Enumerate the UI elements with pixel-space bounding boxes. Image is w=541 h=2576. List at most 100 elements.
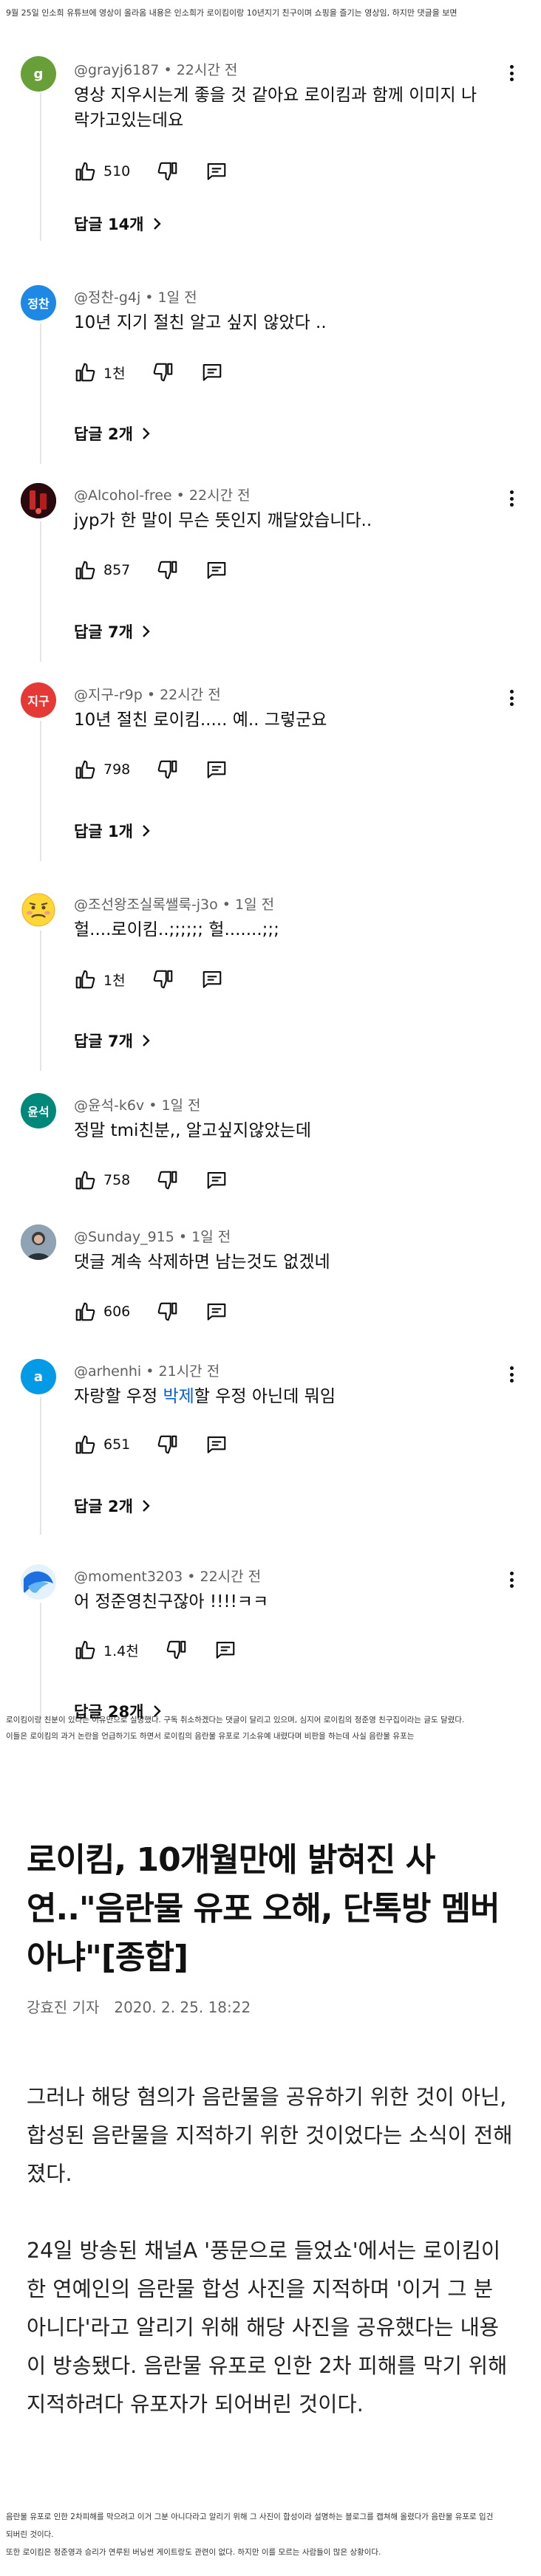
comment-reply-icon [207, 1303, 226, 1320]
avatar[interactable] [21, 483, 56, 518]
comment-time[interactable]: 22시간 전 [177, 62, 238, 78]
comment-time[interactable]: 1일 전 [235, 897, 274, 913]
dislike-button[interactable] [157, 1433, 179, 1456]
comment-author[interactable]: @조선왕조실록쌜룩-j3o [74, 897, 218, 913]
comment-author[interactable]: @지구-r9p [74, 687, 143, 703]
thumbs-down-icon [157, 1171, 177, 1190]
comment-reply-icon [216, 1641, 235, 1659]
avatar[interactable]: a [21, 1359, 56, 1394]
dislike-button[interactable] [152, 361, 174, 383]
like-count: 1천 [103, 365, 126, 382]
comment-author[interactable]: @Alcohol-free [74, 487, 172, 504]
comment-text: jyp가 한 말이 무슨 뜻인지 깨달았습니다.. [74, 511, 372, 530]
like-button[interactable]: 1.4천 [74, 1639, 139, 1661]
comment-time[interactable]: 22시간 전 [200, 1569, 261, 1585]
comment-time[interactable]: 1일 전 [161, 1097, 200, 1114]
reporter-name[interactable]: 강효진 기자 [27, 1998, 99, 2016]
article-title: 로이킴, 10개월만에 밝혀진 사연.."음란물 유포 오해, 단톡방 멤버 아… [27, 1841, 500, 1976]
comment-author[interactable]: @moment3203 [74, 1569, 183, 1585]
like-count: 857 [103, 562, 131, 578]
view-replies-button[interactable]: 답글 2개 [74, 422, 151, 445]
avatar-image [21, 483, 56, 518]
comment-author[interactable]: @Sunday_915 [74, 1229, 174, 1245]
comment-actions: 798 [74, 756, 254, 783]
thread-line [40, 1397, 41, 1535]
reply-button[interactable] [214, 1639, 237, 1661]
more-vertical-icon[interactable] [503, 1363, 520, 1385]
avatar[interactable] [21, 1224, 56, 1260]
comment-time[interactable]: 1일 전 [158, 290, 197, 306]
like-count: 798 [103, 761, 131, 778]
thumbs-up-icon [75, 162, 95, 181]
more-vertical-icon[interactable] [503, 687, 520, 709]
like-button[interactable]: 651 [74, 1433, 130, 1456]
like-button[interactable]: 798 [74, 758, 130, 781]
chevron-right-icon [143, 626, 150, 637]
comment-meta: @moment3203 • 22시간 전 [74, 1569, 262, 1585]
reply-button[interactable] [205, 1433, 228, 1456]
thread-line [40, 521, 41, 662]
replies-count: 답글 2개 [74, 1498, 133, 1515]
avatar[interactable]: 정찬 [21, 285, 56, 321]
view-replies-button[interactable]: 답글 1개 [74, 820, 151, 842]
like-button[interactable]: 758 [74, 1169, 130, 1191]
dislike-button[interactable] [157, 758, 179, 781]
comment-text: 어 정준영친구잖아 !!!!ㅋㅋ [74, 1592, 269, 1611]
comment-meta: @arhenhi • 21시간 전 [74, 1363, 220, 1380]
like-button[interactable]: 857 [74, 559, 130, 581]
comment-time[interactable]: 1일 전 [191, 1229, 231, 1245]
thread-line [40, 721, 41, 861]
reply-button[interactable] [205, 758, 228, 781]
dislike-button[interactable] [157, 160, 179, 182]
more-vertical-icon[interactable] [503, 1569, 520, 1591]
comment-time[interactable]: 21시간 전 [159, 1363, 220, 1380]
hashtag-link[interactable]: 박제 [163, 1387, 194, 1406]
comment-meta: @정찬-g4j • 1일 전 [74, 290, 197, 306]
comment-meta: @조선왕조실록쌜룩-j3o • 1일 전 [74, 897, 275, 913]
like-count: 758 [103, 1172, 131, 1188]
comment-reply-icon [207, 561, 226, 579]
view-replies-button[interactable]: 답글 14개 [74, 213, 162, 235]
dislike-button[interactable] [166, 1639, 188, 1661]
dislike-button[interactable] [157, 1169, 179, 1191]
avatar[interactable]: g [21, 56, 56, 92]
dislike-button[interactable] [152, 968, 174, 990]
comment-actions: 606 [74, 1298, 254, 1325]
comment-author[interactable]: @윤석-k6v [74, 1097, 144, 1114]
avatar[interactable]: 윤석 [21, 1093, 56, 1128]
view-replies-button[interactable]: 답글 2개 [74, 1495, 151, 1517]
thumbs-up-icon [75, 1171, 95, 1190]
comment-actions: 1천 [74, 966, 250, 993]
dislike-button[interactable] [157, 559, 179, 581]
comment-author[interactable]: @grayj6187 [74, 62, 159, 78]
comment-author[interactable]: @arhenhi [74, 1363, 141, 1380]
thumbs-down-icon [157, 1435, 177, 1454]
like-button[interactable]: 1천 [74, 361, 126, 383]
comment-author[interactable]: @정찬-g4j [74, 290, 140, 306]
view-replies-button[interactable]: 답글 7개 [74, 1030, 151, 1052]
more-vertical-icon[interactable] [503, 487, 520, 510]
thumbs-up-icon [75, 970, 95, 989]
like-button[interactable]: 1천 [74, 968, 126, 990]
comment-time[interactable]: 22시간 전 [189, 487, 251, 504]
avatar[interactable] [21, 892, 56, 928]
avatar[interactable]: 지구 [21, 682, 56, 718]
reply-button[interactable] [201, 361, 223, 383]
reply-button[interactable] [205, 1169, 228, 1191]
thread-line [40, 323, 41, 464]
avatar[interactable] [21, 1564, 56, 1600]
comment-time[interactable]: 22시간 전 [160, 687, 221, 703]
reply-button[interactable] [205, 160, 228, 182]
comment-meta: @grayj6187 • 22시간 전 [74, 62, 238, 78]
view-replies-button[interactable]: 답글 7개 [74, 620, 151, 643]
thumbs-up-icon [75, 760, 95, 779]
dislike-button[interactable] [157, 1301, 179, 1323]
like-button[interactable]: 510 [74, 160, 130, 182]
reply-button[interactable] [201, 968, 223, 990]
comment: @Sunday_915 • 1일 전 댓글 계속 삭제하면 남는것도 없겠네 6… [0, 1222, 541, 1340]
replies-count: 답글 2개 [74, 425, 133, 443]
more-vertical-icon[interactable] [503, 62, 520, 84]
reply-button[interactable] [205, 559, 228, 581]
like-button[interactable]: 606 [74, 1301, 130, 1323]
reply-button[interactable] [205, 1301, 228, 1323]
